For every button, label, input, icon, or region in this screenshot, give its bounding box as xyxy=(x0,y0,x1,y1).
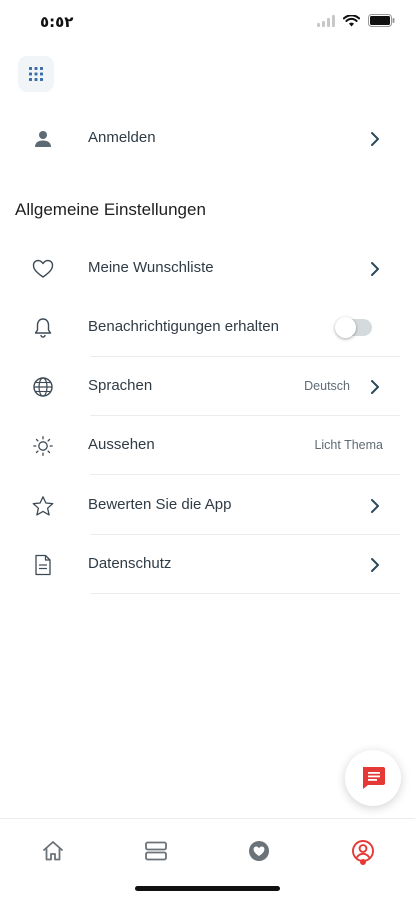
signal-icon xyxy=(317,14,335,27)
wifi-icon xyxy=(343,14,360,26)
star-icon xyxy=(31,494,55,518)
active-tab-indicator xyxy=(360,859,366,865)
nav-home[interactable] xyxy=(33,831,73,871)
status-time: ٥:٥٢ xyxy=(40,13,74,31)
divider xyxy=(90,356,400,357)
battery-icon xyxy=(368,14,395,27)
toggle-knob xyxy=(335,317,356,338)
status-bar: ٥:٥٢ xyxy=(0,0,415,44)
chat-fab-button[interactable] xyxy=(345,750,401,806)
home-indicator xyxy=(135,886,280,891)
heart-filled-icon xyxy=(249,841,269,861)
chevron-right-icon xyxy=(368,129,382,149)
divider xyxy=(90,534,400,535)
grid-icon xyxy=(29,67,43,81)
nav-wishlist[interactable] xyxy=(239,831,279,871)
divider xyxy=(90,415,400,416)
wishlist-label: Meine Wunschliste xyxy=(88,259,214,276)
divider xyxy=(90,474,400,475)
notifications-row: Benachrichtigungen erhalten xyxy=(0,299,415,357)
layers-icon xyxy=(145,841,167,861)
section-title-general-settings: Allgemeine Einstellungen xyxy=(15,200,206,219)
language-value: Deutsch xyxy=(304,379,350,393)
privacy-label: Datenschutz xyxy=(88,555,172,572)
appearance-row[interactable]: Aussehen Licht Thema xyxy=(0,417,415,475)
languages-label: Sprachen xyxy=(88,377,153,394)
chevron-right-icon xyxy=(368,496,382,516)
document-icon xyxy=(31,553,55,577)
user-icon xyxy=(31,127,55,151)
wishlist-row[interactable]: Meine Wunschliste xyxy=(0,240,415,298)
theme-value: Licht Thema xyxy=(314,438,383,452)
app-menu-button[interactable] xyxy=(18,56,54,92)
chat-icon xyxy=(363,767,385,789)
appearance-label: Aussehen xyxy=(88,436,155,453)
rate-app-label: Bewerten Sie die App xyxy=(88,496,232,513)
bell-icon xyxy=(31,316,55,340)
rate-app-row[interactable]: Bewerten Sie die App xyxy=(0,477,415,535)
languages-row[interactable]: Sprachen Deutsch xyxy=(0,358,415,416)
privacy-row[interactable]: Datenschutz xyxy=(0,536,415,594)
login-label: Anmelden xyxy=(88,129,156,146)
chevron-right-icon xyxy=(368,377,382,397)
sun-icon xyxy=(31,434,55,458)
notifications-toggle[interactable] xyxy=(335,317,372,338)
login-row[interactable]: Anmelden xyxy=(0,110,415,168)
status-icons xyxy=(317,14,395,27)
home-icon xyxy=(43,841,63,861)
divider xyxy=(90,593,400,594)
chevron-right-icon xyxy=(368,259,382,279)
chevron-right-icon xyxy=(368,555,382,575)
globe-icon xyxy=(31,375,55,399)
heart-icon xyxy=(31,257,55,281)
nav-catalog[interactable] xyxy=(136,831,176,871)
notifications-label: Benachrichtigungen erhalten xyxy=(88,318,279,335)
nav-profile[interactable] xyxy=(343,831,383,871)
